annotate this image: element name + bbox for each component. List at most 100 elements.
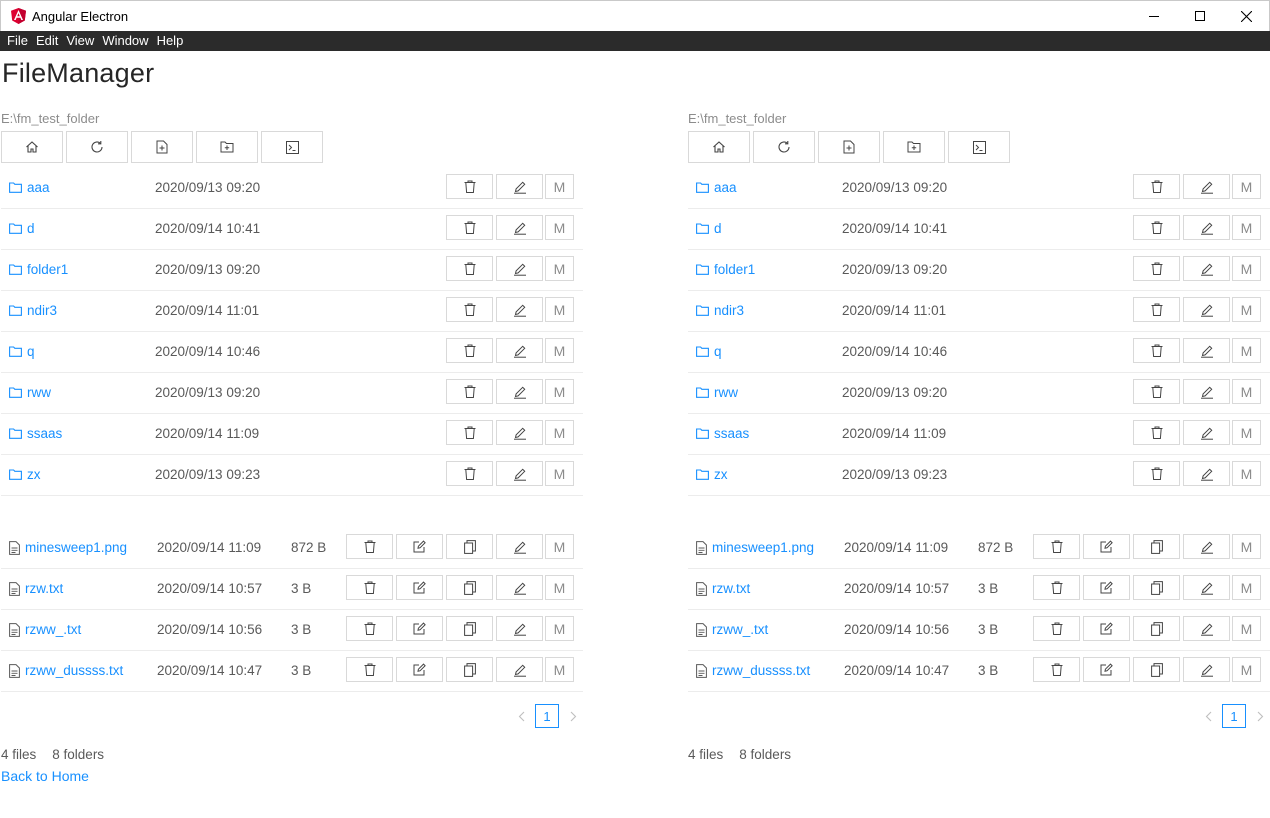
delete-button[interactable] [1033,575,1080,600]
move-button[interactable]: M [545,174,574,199]
delete-button[interactable] [446,379,493,404]
delete-button[interactable] [346,657,393,682]
move-button[interactable]: M [1232,379,1261,404]
back-to-home-link[interactable]: Back to Home [1,768,89,784]
edit-button[interactable] [1083,616,1130,641]
move-button[interactable]: M [1232,616,1261,641]
copy-button[interactable] [446,616,493,641]
copy-button[interactable] [1133,575,1180,600]
menu-view[interactable]: View [62,31,98,51]
copy-button[interactable] [446,575,493,600]
delete-button[interactable] [346,575,393,600]
file-name[interactable]: minesweep1.png [25,540,127,555]
rename-button[interactable] [496,256,543,281]
delete-button[interactable] [1133,297,1180,322]
edit-button[interactable] [396,534,443,559]
delete-button[interactable] [346,616,393,641]
rename-button[interactable] [1183,575,1230,600]
file-link[interactable]: minesweep1.png [696,540,814,555]
delete-button[interactable] [1133,379,1180,404]
folder-name[interactable]: rww [27,385,51,400]
file-link[interactable]: rzw.txt [9,581,63,596]
rename-button[interactable] [496,657,543,682]
terminal-button[interactable] [948,131,1010,163]
file-link[interactable]: rzww_.txt [9,622,81,637]
delete-button[interactable] [446,174,493,199]
folder-name[interactable]: aaa [714,180,737,195]
folder-name[interactable]: ssaas [714,426,749,441]
rename-button[interactable] [496,297,543,322]
close-button[interactable] [1223,1,1269,31]
delete-button[interactable] [446,461,493,486]
folder-link[interactable]: aaa [696,180,737,195]
move-button[interactable]: M [545,461,574,486]
move-button[interactable]: M [1232,256,1261,281]
rename-button[interactable] [1183,461,1230,486]
next-page-button[interactable] [563,704,583,728]
rename-button[interactable] [1183,338,1230,363]
folder-link[interactable]: zx [696,467,728,482]
delete-button[interactable] [446,297,493,322]
rename-button[interactable] [496,338,543,363]
move-button[interactable]: M [545,338,574,363]
delete-button[interactable] [1133,338,1180,363]
delete-button[interactable] [346,534,393,559]
rename-button[interactable] [1183,657,1230,682]
menu-file[interactable]: File [3,31,32,51]
copy-button[interactable] [1133,657,1180,682]
move-button[interactable]: M [545,420,574,445]
maximize-button[interactable] [1177,1,1223,31]
delete-button[interactable] [446,420,493,445]
folder-link[interactable]: rww [9,385,51,400]
folder-link[interactable]: folder1 [696,262,755,277]
page-number-button[interactable]: 1 [1222,704,1246,728]
home-button[interactable] [1,131,63,163]
edit-button[interactable] [396,616,443,641]
move-button[interactable]: M [545,215,574,240]
rename-button[interactable] [496,616,543,641]
move-button[interactable]: M [1232,338,1261,363]
rename-button[interactable] [496,379,543,404]
rename-button[interactable] [1183,616,1230,641]
file-link[interactable]: rzw.txt [696,581,750,596]
new-file-button[interactable] [131,131,193,163]
move-button[interactable]: M [1232,420,1261,445]
rename-button[interactable] [496,174,543,199]
edit-button[interactable] [1083,657,1130,682]
rename-button[interactable] [496,575,543,600]
move-button[interactable]: M [1232,461,1261,486]
prev-page-button[interactable] [511,704,531,728]
folder-name[interactable]: folder1 [27,262,68,277]
move-button[interactable]: M [545,297,574,322]
prev-page-button[interactable] [1198,704,1218,728]
menu-edit[interactable]: Edit [32,31,62,51]
folder-name[interactable]: ndir3 [714,303,744,318]
file-name[interactable]: rzw.txt [712,581,750,596]
edit-button[interactable] [396,575,443,600]
folder-name[interactable]: aaa [27,180,50,195]
move-button[interactable]: M [1232,575,1261,600]
new-file-button[interactable] [818,131,880,163]
new-folder-button[interactable] [196,131,258,163]
move-button[interactable]: M [545,575,574,600]
file-name[interactable]: rzww_.txt [25,622,81,637]
file-name[interactable]: rzww_.txt [712,622,768,637]
rename-button[interactable] [1183,256,1230,281]
folder-link[interactable]: zx [9,467,41,482]
folder-link[interactable]: ssaas [696,426,749,441]
folder-name[interactable]: zx [714,467,728,482]
file-name[interactable]: rzww_dussss.txt [25,663,123,678]
delete-button[interactable] [1133,256,1180,281]
delete-button[interactable] [1133,215,1180,240]
page-number-button[interactable]: 1 [535,704,559,728]
rename-button[interactable] [1183,379,1230,404]
file-link[interactable]: rzww_.txt [696,622,768,637]
move-button[interactable]: M [1232,174,1261,199]
folder-name[interactable]: ndir3 [27,303,57,318]
file-name[interactable]: rzww_dussss.txt [712,663,810,678]
rename-button[interactable] [1183,420,1230,445]
rename-button[interactable] [496,215,543,240]
delete-button[interactable] [1133,174,1180,199]
terminal-button[interactable] [261,131,323,163]
new-folder-button[interactable] [883,131,945,163]
